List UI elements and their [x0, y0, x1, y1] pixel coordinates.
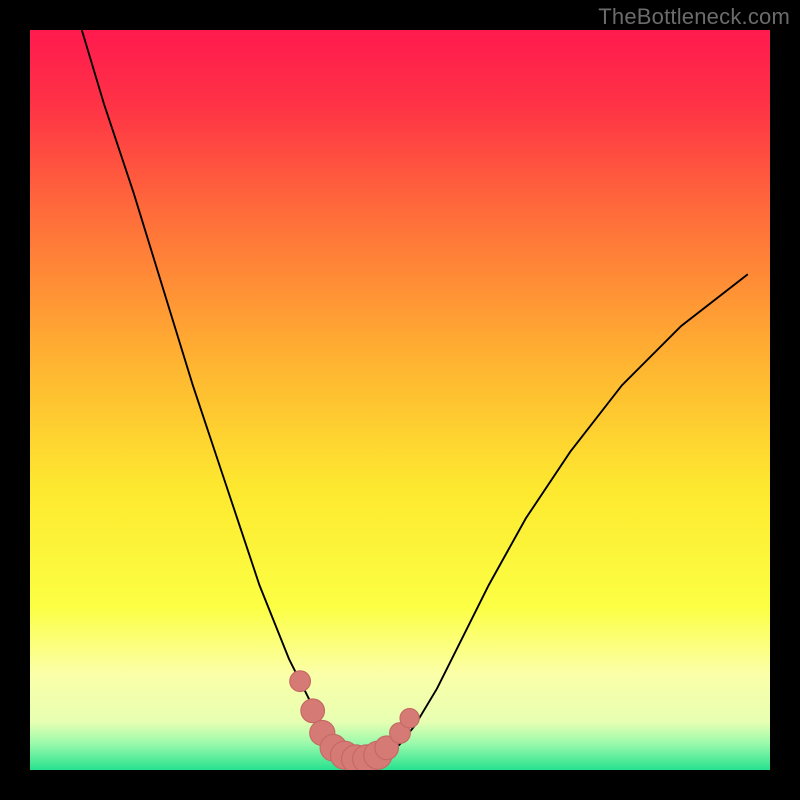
chart-frame: TheBottleneck.com	[0, 0, 800, 800]
plot-background	[30, 30, 770, 770]
watermark-text: TheBottleneck.com	[598, 4, 790, 30]
marker-point	[290, 671, 311, 692]
marker-point	[301, 699, 325, 723]
bottleneck-chart	[30, 30, 770, 770]
marker-point	[400, 709, 419, 728]
